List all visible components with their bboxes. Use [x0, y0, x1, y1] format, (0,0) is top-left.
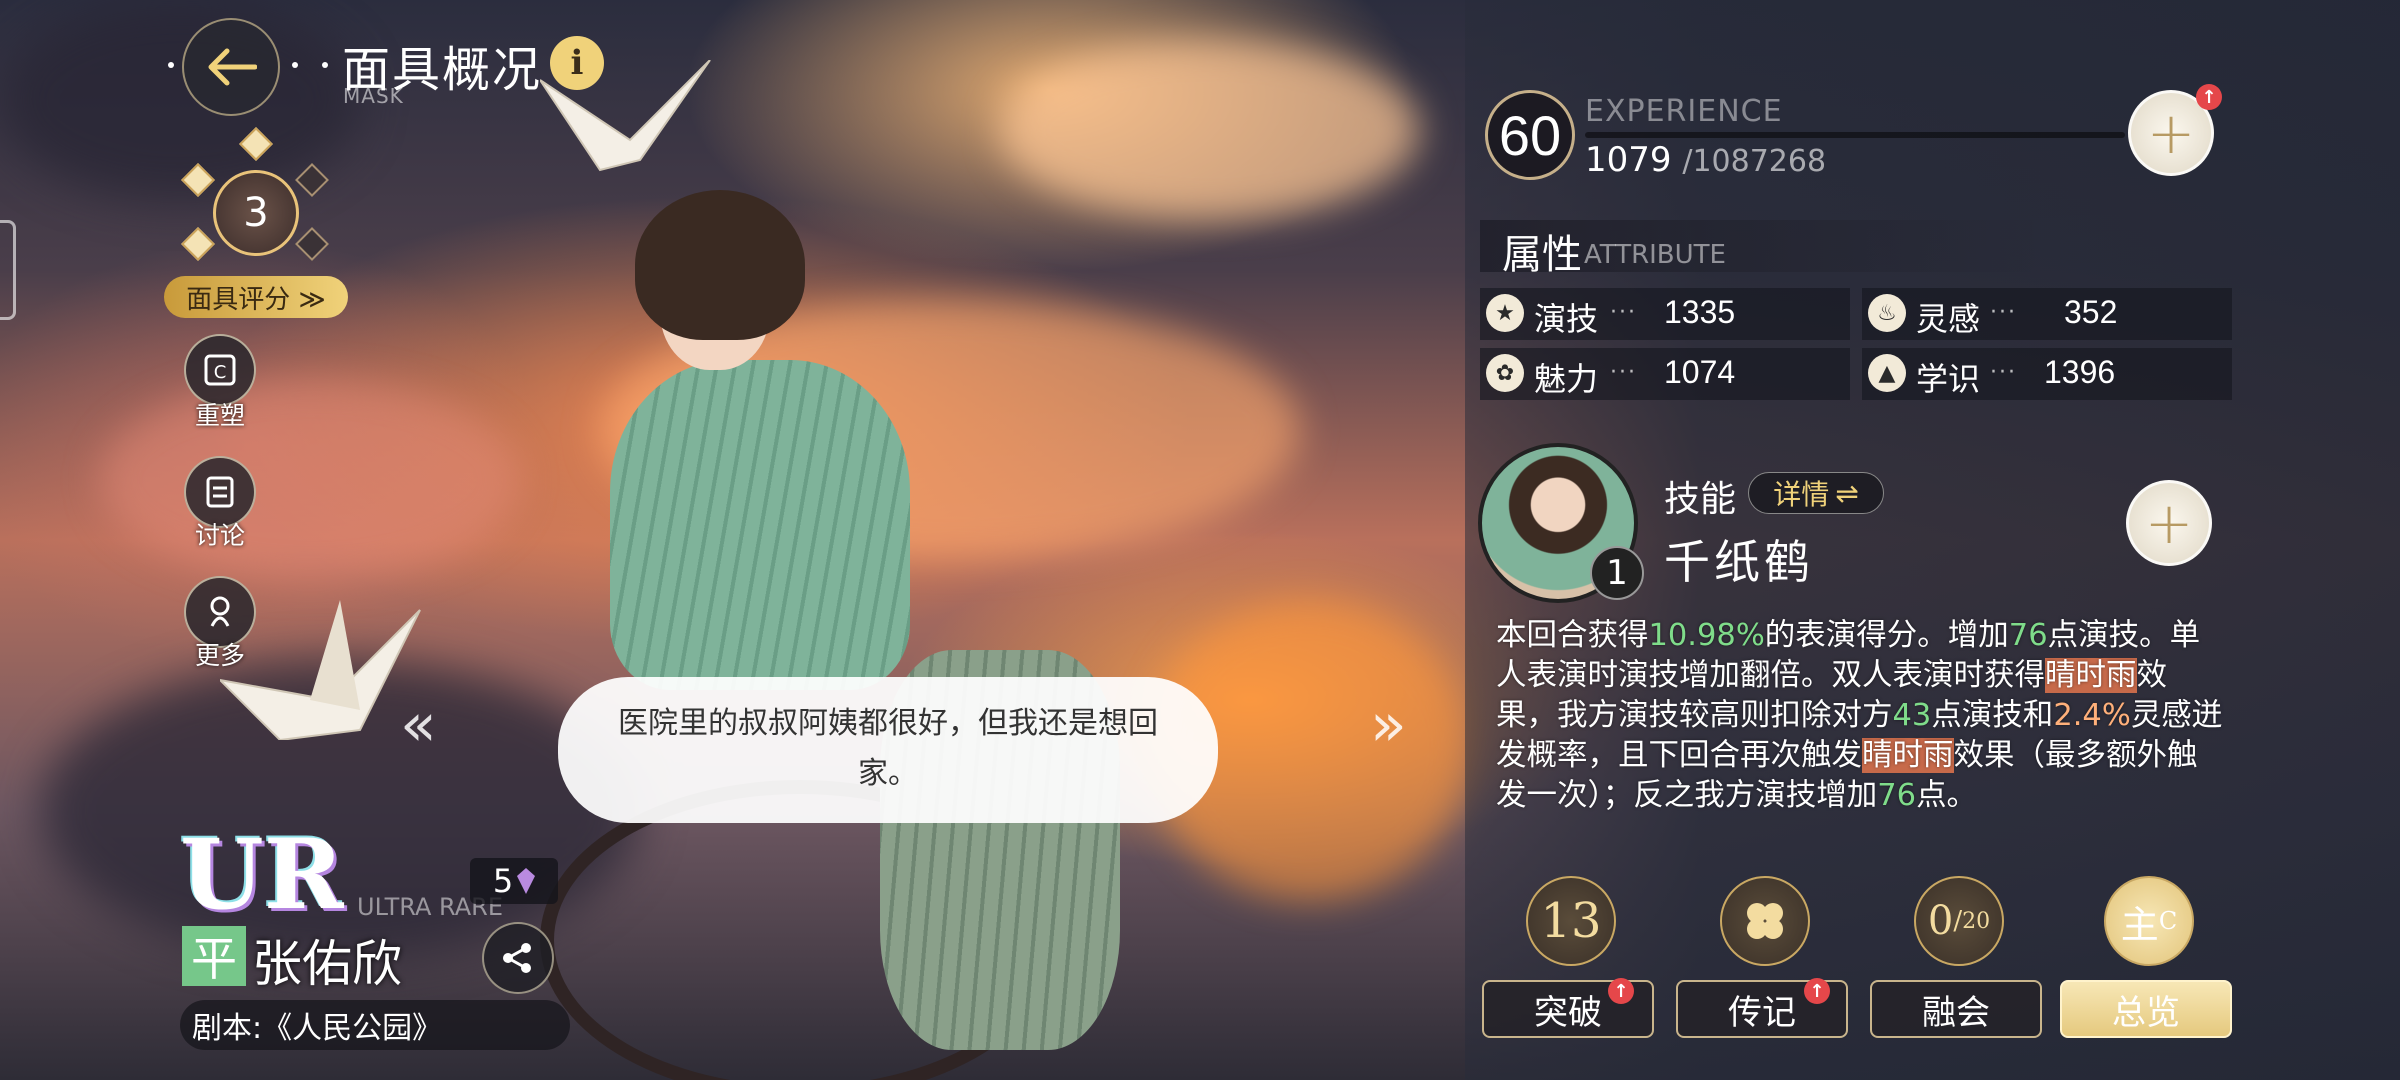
character-name: 张佑欣 — [252, 935, 402, 993]
biography-clover-icon — [1720, 876, 1810, 966]
svg-text:C: C — [214, 362, 227, 383]
fusion-max: 20 — [1962, 908, 1991, 934]
character-hair — [635, 190, 805, 340]
tab-fusion[interactable]: 融会 — [1870, 980, 2042, 1038]
keyword-highlight[interactable]: 晴时雨 — [2045, 658, 2137, 693]
reshape-icon: C — [204, 354, 236, 386]
experience-value: 1079 /1087268 — [1585, 140, 1826, 180]
skill-name: 千纸鹤 — [1664, 535, 1814, 589]
crystal-icon — [517, 868, 536, 894]
fusion-progress: 0/20 — [1914, 876, 2004, 966]
decor-dot — [292, 62, 298, 68]
star-icon: ★ — [1486, 294, 1524, 332]
attribute-leader: ··· — [1990, 360, 2017, 385]
game-screen: { "header": { "title": "面具概况", "subtitle… — [0, 0, 2400, 1080]
attribute-name: 魅力 — [1534, 360, 1599, 398]
rank-value: 5 — [492, 862, 514, 900]
attribute-value: 1396 — [2044, 354, 2116, 390]
skill-label: 技能 — [1664, 479, 1737, 520]
flame-icon: ♨ — [1868, 294, 1906, 332]
rating-star-empty-icon — [295, 163, 329, 197]
attribute-title: 属性 — [1502, 232, 1582, 278]
back-button[interactable] — [182, 18, 280, 116]
rating-value: 3 — [213, 170, 299, 256]
attribute-value: 1335 — [1664, 294, 1736, 330]
character-body — [610, 360, 910, 690]
level-badge: 60 — [1485, 90, 1575, 180]
add-skill-button[interactable]: + — [2126, 480, 2212, 566]
graduation-cap-icon: ▲ — [1868, 354, 1906, 392]
rarity-logo: UR — [180, 818, 344, 931]
keyword-highlight[interactable]: 晴时雨 — [1862, 738, 1954, 773]
attribute-value: 1074 — [1664, 354, 1736, 390]
edge-handle[interactable] — [0, 220, 16, 320]
attribute-leader: ··· — [1610, 360, 1637, 385]
share-icon — [503, 943, 531, 973]
fusion-current: 0 — [1927, 898, 1954, 944]
share-button[interactable] — [482, 922, 554, 994]
prev-arrow-icon[interactable]: « — [400, 690, 437, 760]
rank-badge: 5 — [470, 858, 558, 904]
overview-icon: 主C — [2104, 876, 2194, 966]
breakthrough-count: 13 — [1526, 876, 1616, 966]
script-title: 剧本:《人民公园》 — [180, 1000, 570, 1050]
info-button[interactable]: i — [550, 36, 604, 90]
page-subtitle: MASK — [343, 84, 404, 108]
attribute-value: 352 — [2064, 294, 2118, 330]
more-label: 更多 — [194, 641, 245, 670]
skill-detail-button[interactable]: 详情 ⇌ — [1748, 472, 1884, 514]
tier-badge: 平 — [182, 926, 246, 986]
attribute-name: 灵感 — [1916, 300, 1981, 338]
attribute-name: 演技 — [1534, 300, 1599, 338]
tab-overview[interactable]: 总览 — [2060, 980, 2232, 1038]
charm-icon: ✿ — [1486, 354, 1524, 392]
dialogue-bubble[interactable]: 医院里的叔叔阿姨都很好，但我还是想回家。 — [558, 677, 1218, 823]
skill-detail-label: 详情 — [1773, 478, 1830, 511]
decor-dot — [322, 62, 328, 68]
notification-badge-icon: ↑ — [2196, 84, 2222, 110]
decor-dot — [168, 62, 174, 68]
discussion-label: 讨论 — [194, 521, 245, 550]
attribute-name: 学识 — [1916, 360, 1981, 398]
attribute-subtitle: ATTRIBUTE — [1584, 240, 1726, 270]
rating-star-empty-icon — [295, 227, 329, 261]
clover-icon — [1747, 903, 1783, 939]
notification-badge-icon: ↑ — [1804, 978, 1830, 1004]
mask-rating-button[interactable]: 面具评分 ≫ — [164, 276, 348, 318]
back-arrow-icon — [208, 48, 257, 86]
skill-description: 本回合获得10.98%的表演得分。增加76点演技。单人表演时演技增加翻倍。双人表… — [1496, 618, 2223, 813]
rating-star-icon — [181, 227, 215, 261]
swap-icon: ⇌ — [1835, 476, 1859, 510]
next-arrow-icon[interactable]: » — [1370, 690, 1407, 760]
attribute-leader: ··· — [1990, 300, 2017, 325]
rating-star-icon — [239, 127, 273, 161]
skill-level-badge: 1 — [1590, 546, 1644, 600]
discussion-icon — [206, 476, 234, 508]
notification-badge-icon: ↑ — [1608, 978, 1634, 1004]
attribute-leader: ··· — [1610, 300, 1637, 325]
rating-star-icon — [181, 163, 215, 197]
experience-current: 1079 — [1585, 140, 1672, 180]
experience-label: EXPERIENCE — [1585, 94, 1783, 129]
reshape-label: 重塑 — [194, 401, 245, 430]
experience-max: /1087268 — [1682, 144, 1827, 179]
mask-rating: 3 — [170, 127, 340, 290]
more-icon — [210, 596, 230, 627]
sunset-cloud — [100, 380, 520, 580]
sunset-cloud — [1000, 40, 1420, 220]
experience-bar — [1585, 132, 2125, 138]
